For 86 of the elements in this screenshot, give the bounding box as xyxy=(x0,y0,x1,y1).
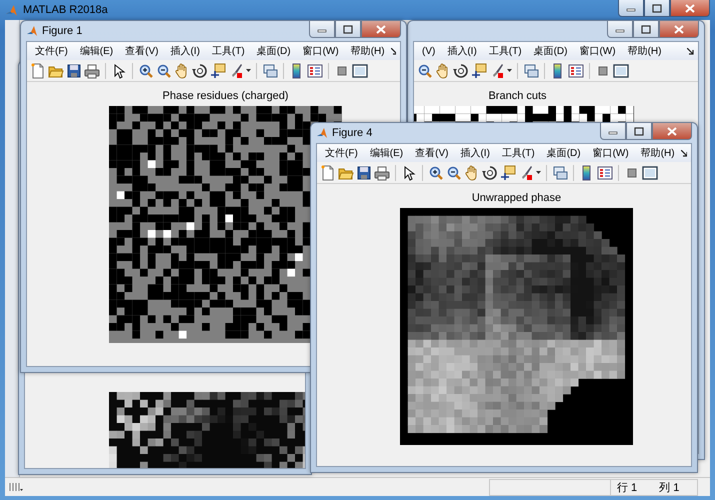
menu-item[interactable]: 工具(T) xyxy=(482,44,528,58)
data-cursor-icon[interactable] xyxy=(500,164,516,180)
matlab-logo-icon xyxy=(5,4,18,16)
linked-plot-icon[interactable] xyxy=(523,62,539,78)
panel-icon[interactable] xyxy=(642,164,658,180)
close-icon xyxy=(376,24,386,34)
close-button[interactable] xyxy=(361,21,401,38)
new-file-icon[interactable] xyxy=(30,62,46,78)
panel-icon[interactable] xyxy=(613,62,629,78)
panel-icon[interactable] xyxy=(352,62,368,78)
save-icon[interactable] xyxy=(356,164,372,180)
data-cursor-icon[interactable] xyxy=(210,62,226,78)
caret-icon[interactable] xyxy=(536,171,541,174)
menu-item[interactable]: 编辑(E) xyxy=(74,44,120,58)
row-indicator: 行 1 xyxy=(617,480,638,494)
plot-title: Unwrapped phase xyxy=(472,191,562,205)
menu-item[interactable]: 插入(I) xyxy=(164,44,206,58)
menu-item[interactable]: 查看(V) xyxy=(409,146,454,160)
menu-item[interactable]: 窗口(W) xyxy=(296,44,345,58)
dock-icon[interactable] xyxy=(687,48,694,54)
close-button[interactable] xyxy=(652,123,692,140)
maximize-button[interactable] xyxy=(633,21,659,38)
data-cursor-icon[interactable] xyxy=(471,62,487,78)
maximize-button[interactable] xyxy=(335,21,361,38)
legend-icon[interactable] xyxy=(307,62,323,78)
zoom-out-icon[interactable] xyxy=(417,62,433,78)
menu-item[interactable]: 文件(F) xyxy=(29,44,74,58)
caret-icon[interactable] xyxy=(246,69,251,72)
maximize-button[interactable] xyxy=(644,0,670,17)
close-button[interactable] xyxy=(659,21,699,38)
menu-item[interactable]: 插入(I) xyxy=(454,146,496,160)
maximize-icon xyxy=(343,24,353,34)
new-file-icon[interactable] xyxy=(320,164,336,180)
minimize-button[interactable] xyxy=(309,21,335,38)
menu-item[interactable]: 工具(T) xyxy=(496,146,541,160)
dock-icon[interactable] xyxy=(680,150,687,156)
legend-icon[interactable] xyxy=(597,164,613,180)
dock-icon[interactable] xyxy=(390,48,396,54)
layout-icon[interactable] xyxy=(9,482,23,492)
legend-icon[interactable] xyxy=(568,62,584,78)
close-icon xyxy=(685,4,695,12)
maximize-icon xyxy=(634,126,644,136)
caret-icon[interactable] xyxy=(507,69,512,72)
close-button[interactable] xyxy=(670,0,710,17)
menu-item[interactable]: 帮助(H) xyxy=(344,44,391,58)
zoom-in-icon[interactable] xyxy=(138,62,154,78)
menu-item[interactable]: 帮助(H) xyxy=(634,146,681,160)
save-icon[interactable] xyxy=(66,62,82,78)
menu-item[interactable]: 文件(F) xyxy=(319,146,364,160)
menu-item[interactable]: 窗口(W) xyxy=(573,44,622,58)
maximize-icon xyxy=(641,24,651,34)
zoom-out-icon[interactable] xyxy=(156,62,172,78)
maximize-icon xyxy=(652,4,662,12)
minimize-button[interactable] xyxy=(618,0,644,17)
rotate-icon[interactable] xyxy=(192,62,208,78)
print-icon[interactable] xyxy=(84,62,100,78)
close-icon xyxy=(667,126,677,136)
window-title: Figure 4 xyxy=(332,127,372,139)
rotate-icon[interactable] xyxy=(482,164,498,180)
matlab-logo-icon xyxy=(26,25,38,37)
rotate-icon[interactable] xyxy=(453,62,469,78)
menu-item[interactable]: 工具(T) xyxy=(206,44,251,58)
window-title: MATLAB R2018a xyxy=(23,4,108,16)
menu-item[interactable]: (V) xyxy=(416,46,442,56)
print-icon[interactable] xyxy=(374,164,390,180)
minimize-button[interactable] xyxy=(600,123,626,140)
menu-item[interactable]: 编辑(E) xyxy=(364,146,410,160)
menu-item[interactable]: 窗口(W) xyxy=(586,146,635,160)
matlab-logo-icon xyxy=(316,127,328,139)
menu-item[interactable]: 桌面(D) xyxy=(528,44,574,58)
menu-item[interactable]: 桌面(D) xyxy=(250,44,297,58)
zoom-in-icon[interactable] xyxy=(428,164,444,180)
menu-item[interactable]: 帮助(H) xyxy=(622,44,668,58)
linked-plot-icon[interactable] xyxy=(262,62,278,78)
minimize-button[interactable] xyxy=(607,21,633,38)
zoom-out-icon[interactable] xyxy=(446,164,462,180)
window-title: Figure 1 xyxy=(42,25,82,37)
menu-item[interactable]: 桌面(D) xyxy=(540,146,587,160)
column-indicator: 列 1 xyxy=(659,480,680,494)
linked-plot-icon[interactable] xyxy=(552,164,568,180)
close-icon xyxy=(674,24,684,34)
plot-title: Branch cuts xyxy=(488,89,547,103)
menu-item[interactable]: 查看(V) xyxy=(119,44,164,58)
maximize-button[interactable] xyxy=(626,123,652,140)
menu-item[interactable]: 插入(I) xyxy=(441,44,483,58)
plot-title: Phase residues (charged) xyxy=(162,89,288,103)
